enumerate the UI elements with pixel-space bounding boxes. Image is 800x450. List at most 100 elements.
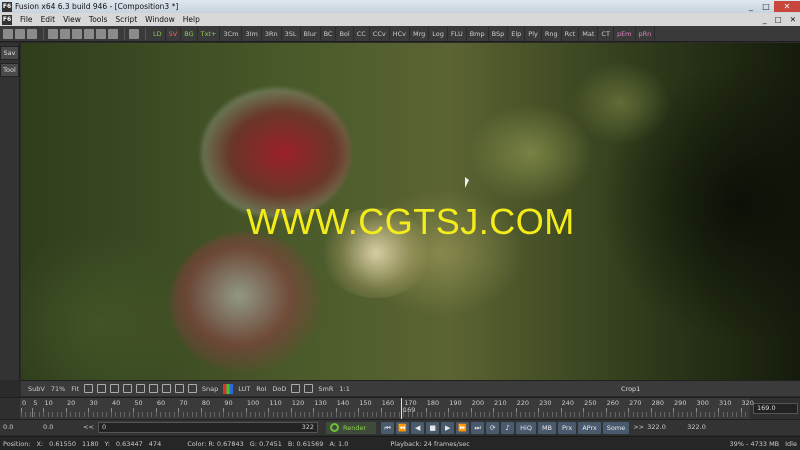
range-forward-button[interactable]: >> bbox=[630, 422, 644, 433]
step-back-button[interactable]: ⏪ bbox=[396, 421, 410, 434]
checker-icon[interactable] bbox=[304, 384, 314, 393]
roi-dropdown[interactable]: RoI bbox=[253, 385, 269, 393]
global-end-field[interactable]: 322.0 bbox=[684, 422, 724, 433]
document-icon[interactable]: F6 bbox=[2, 14, 12, 25]
redo-icon[interactable] bbox=[96, 28, 106, 39]
tool-polygon[interactable]: Ply bbox=[525, 26, 542, 41]
tool-bspline[interactable]: BSp bbox=[489, 26, 509, 41]
tool-brightness-contrast[interactable]: BC bbox=[321, 26, 337, 41]
copy-icon[interactable] bbox=[60, 28, 70, 39]
tool-hue-curves[interactable]: HCv bbox=[390, 26, 410, 41]
new-file-icon[interactable] bbox=[3, 28, 13, 39]
lock-icon[interactable] bbox=[96, 384, 106, 393]
play-button[interactable]: ▶ bbox=[441, 421, 455, 434]
smr-button[interactable]: SmR bbox=[315, 385, 336, 393]
tool-3d-camera[interactable]: 3Cm bbox=[220, 26, 243, 41]
menu-tools[interactable]: Tools bbox=[85, 15, 111, 24]
minimize-button[interactable]: _ bbox=[744, 1, 758, 12]
pen-icon[interactable] bbox=[122, 384, 132, 393]
tool-3d-renderer[interactable]: 3Rn bbox=[262, 26, 282, 41]
tool-bitmap[interactable]: Bmp bbox=[467, 26, 489, 41]
lock-icon[interactable] bbox=[291, 384, 301, 393]
stop-button[interactable]: ■ bbox=[426, 421, 440, 434]
render-end-field[interactable]: 322.0 bbox=[644, 422, 684, 433]
hiq-button[interactable]: HiQ bbox=[516, 421, 536, 434]
cut-icon[interactable] bbox=[48, 28, 58, 39]
render-start-field[interactable]: 0.0 bbox=[40, 422, 80, 433]
sidebar-tab-saved[interactable]: Sav bbox=[0, 46, 19, 60]
tool-ranges[interactable]: Rng bbox=[542, 26, 562, 41]
go-to-start-button[interactable]: ⏮ bbox=[381, 421, 395, 434]
step-forward-button[interactable]: ⏩ bbox=[456, 421, 470, 434]
tool-color-curves[interactable]: CCv bbox=[370, 26, 390, 41]
undo-icon[interactable] bbox=[84, 28, 94, 39]
current-time-field[interactable]: 169.0 bbox=[753, 403, 798, 414]
ratio-button[interactable]: 1:1 bbox=[336, 385, 352, 393]
circle-icon[interactable] bbox=[161, 384, 171, 393]
tool-blur[interactable]: Blur bbox=[301, 26, 321, 41]
image-viewer[interactable]: WWW.CGTSJ.COM bbox=[21, 43, 800, 380]
mdi-minimize-button[interactable]: _ bbox=[759, 15, 771, 24]
fit-button[interactable]: Fit bbox=[68, 385, 82, 393]
tool-color-corrector[interactable]: CC bbox=[354, 26, 370, 41]
save-file-icon[interactable] bbox=[27, 28, 37, 39]
open-file-icon[interactable] bbox=[15, 28, 25, 39]
tool-3d-spotlight[interactable]: 3SL bbox=[282, 26, 301, 41]
tool-text-plus[interactable]: Txt+ bbox=[198, 26, 221, 41]
snap-dropdown[interactable]: Snap bbox=[199, 385, 221, 393]
text-b-icon[interactable] bbox=[187, 384, 197, 393]
tool-3d-image-plane[interactable]: 3Im bbox=[242, 26, 262, 41]
tool-loader[interactable]: LD bbox=[150, 26, 166, 41]
play-reverse-button[interactable]: ◀ bbox=[411, 421, 425, 434]
menu-edit[interactable]: Edit bbox=[37, 15, 60, 24]
tool-file-lut[interactable]: FLU bbox=[448, 26, 467, 41]
menu-help[interactable]: Help bbox=[179, 15, 204, 24]
tool-saver[interactable]: SV bbox=[166, 26, 182, 41]
tool-particle-emitter[interactable]: pEm bbox=[614, 26, 636, 41]
curve-tool-icon[interactable] bbox=[83, 384, 93, 393]
brush-icon[interactable] bbox=[135, 384, 145, 393]
range-back-button[interactable]: << bbox=[80, 422, 94, 433]
playhead[interactable] bbox=[400, 398, 402, 420]
selection-icon[interactable] bbox=[129, 28, 139, 39]
mdi-restore-button[interactable]: □ bbox=[771, 15, 786, 24]
menu-script[interactable]: Script bbox=[111, 15, 141, 24]
proxy-button[interactable]: Prx bbox=[558, 421, 577, 434]
tool-background[interactable]: BG bbox=[181, 26, 198, 41]
tool-log[interactable]: Log bbox=[429, 26, 448, 41]
tool-rectangle[interactable]: Rct bbox=[562, 26, 580, 41]
global-start-field[interactable]: 0.0 bbox=[0, 422, 40, 433]
tool-particle-render[interactable]: pRn bbox=[636, 26, 656, 41]
paste-icon[interactable] bbox=[72, 28, 82, 39]
close-button[interactable]: ✕ bbox=[774, 1, 800, 12]
dod-dropdown[interactable]: DoD bbox=[269, 385, 289, 393]
tool-merge[interactable]: Mrg bbox=[410, 26, 430, 41]
timeline-ruler[interactable]: 169.0 0 5 10 20 30 40 50 60 70 80 90 100 110 120 130 14… bbox=[0, 397, 800, 420]
color-channel-icon[interactable] bbox=[223, 383, 234, 394]
menu-window[interactable]: Window bbox=[141, 15, 179, 24]
text-a-icon[interactable] bbox=[174, 384, 184, 393]
zoom-dropdown[interactable]: 71% bbox=[48, 385, 68, 393]
subview-dropdown[interactable]: SubV bbox=[25, 385, 48, 393]
tool-matte-control[interactable]: Mat bbox=[579, 26, 599, 41]
auto-proxy-button[interactable]: APrx bbox=[578, 421, 601, 434]
sidebar-tab-tools[interactable]: Tool bbox=[0, 63, 19, 77]
maximize-button[interactable]: □ bbox=[759, 1, 773, 12]
loop-icon[interactable]: ⟳ bbox=[486, 421, 500, 434]
render-range-slider[interactable]: 0 322 bbox=[98, 422, 318, 433]
render-button[interactable]: Render bbox=[326, 421, 377, 434]
mdi-close-button[interactable]: ✕ bbox=[786, 15, 800, 24]
tool-channel-booleans[interactable]: CT bbox=[598, 26, 614, 41]
rectangle-icon[interactable] bbox=[148, 384, 158, 393]
delete-icon[interactable] bbox=[108, 28, 118, 39]
lut-dropdown[interactable]: LUT bbox=[235, 385, 253, 393]
tool-ellipse[interactable]: Elp bbox=[508, 26, 526, 41]
motion-blur-button[interactable]: MB bbox=[537, 421, 557, 434]
selective-update-button[interactable]: Some bbox=[602, 421, 630, 434]
grid-icon[interactable] bbox=[109, 384, 119, 393]
audio-icon[interactable]: ♪ bbox=[501, 421, 515, 434]
go-to-end-button[interactable]: ⏭ bbox=[471, 421, 485, 434]
menu-file[interactable]: File bbox=[16, 15, 37, 24]
tool-boolean[interactable]: Bol bbox=[336, 26, 354, 41]
menu-view[interactable]: View bbox=[59, 15, 85, 24]
